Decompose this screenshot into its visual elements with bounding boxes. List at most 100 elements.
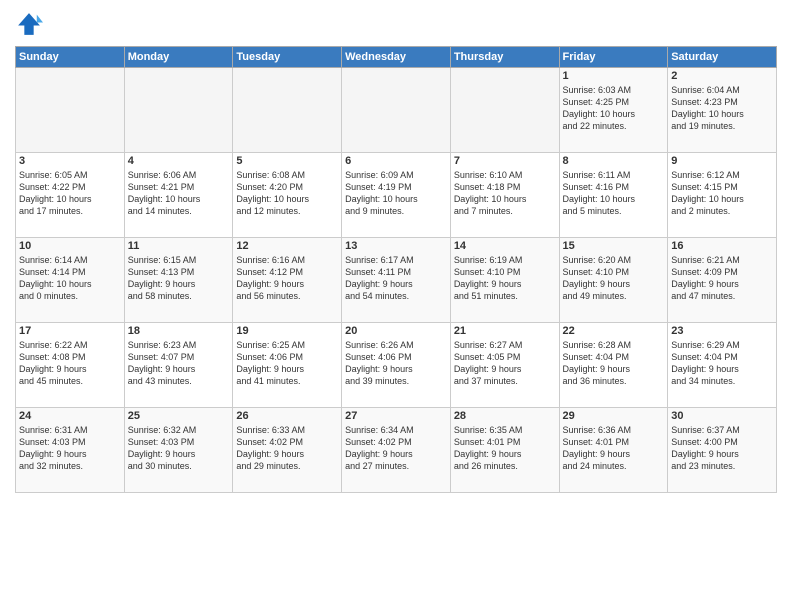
day-number: 1 (563, 70, 665, 82)
calendar-cell: 19 Sunrise: 6:25 AMSunset: 4:06 PMDayligh… (233, 323, 342, 408)
calendar-cell: 3 Sunrise: 6:05 AMSunset: 4:22 PMDaylight… (16, 153, 125, 238)
calendar-cell (124, 68, 233, 153)
day-number: 22 (563, 325, 665, 337)
day-info: Sunrise: 6:05 AMSunset: 4:22 PMDaylight:… (19, 169, 121, 218)
calendar-cell: 28Sunrise: 6:35 AMSunset: 4:01 PMDayligh… (450, 408, 559, 493)
day-number: 2 (671, 70, 773, 82)
day-info: Sunrise: 6:08 AMSunset: 4:20 PMDaylight:… (236, 169, 338, 218)
day-number: 18 (128, 325, 230, 337)
calendar-cell: 21Sunrise: 6:27 AMSunset: 4:05 PMDayligh… (450, 323, 559, 408)
day-info: Sunrise: 6:22 AMSunset: 4:08 PMDaylight:… (19, 339, 121, 388)
logo-icon (15, 10, 43, 38)
col-header-friday: Friday (559, 47, 668, 68)
day-number: 7 (454, 155, 556, 167)
logo (15, 10, 47, 38)
day-number: 29 (563, 410, 665, 422)
week-row-1: 3 Sunrise: 6:05 AMSunset: 4:22 PMDaylight… (16, 153, 777, 238)
day-number: 11 (128, 240, 230, 252)
day-info: Sunrise: 6:06 AMSunset: 4:21 PMDaylight:… (128, 169, 230, 218)
day-number: 3 (19, 155, 121, 167)
col-header-sunday: Sunday (16, 47, 125, 68)
calendar-cell: 30 Sunrise: 6:37 AMSunset: 4:00 PMDayligh… (668, 408, 777, 493)
col-header-tuesday: Tuesday (233, 47, 342, 68)
calendar-cell: 12 Sunrise: 6:16 AMSunset: 4:12 PMDayligh… (233, 238, 342, 323)
day-number: 6 (345, 155, 447, 167)
calendar-cell: 20 Sunrise: 6:26 AMSunset: 4:06 PMDayligh… (342, 323, 451, 408)
day-info: Sunrise: 6:17 AMSunset: 4:11 PMDaylight:… (345, 254, 447, 303)
calendar-cell: 23 Sunrise: 6:29 AMSunset: 4:04 PMDayligh… (668, 323, 777, 408)
calendar-cell: 15 Sunrise: 6:20 AMSunset: 4:10 PMDayligh… (559, 238, 668, 323)
day-number: 16 (671, 240, 773, 252)
calendar-cell: 24 Sunrise: 6:31 AMSunset: 4:03 PMDayligh… (16, 408, 125, 493)
day-number: 23 (671, 325, 773, 337)
calendar-cell: 14Sunrise: 6:19 AMSunset: 4:10 PMDayligh… (450, 238, 559, 323)
day-info: Sunrise: 6:20 AMSunset: 4:10 PMDaylight:… (563, 254, 665, 303)
calendar-cell: 27 Sunrise: 6:34 AMSunset: 4:02 PMDayligh… (342, 408, 451, 493)
day-number: 5 (236, 155, 338, 167)
day-info: Sunrise: 6:14 AMSunset: 4:14 PMDaylight:… (19, 254, 121, 303)
day-info: Sunrise: 6:31 AMSunset: 4:03 PMDaylight:… (19, 424, 121, 473)
col-header-saturday: Saturday (668, 47, 777, 68)
day-info: Sunrise: 6:26 AMSunset: 4:06 PMDaylight:… (345, 339, 447, 388)
day-info: Sunrise: 6:04 AMSunset: 4:23 PMDaylight:… (671, 84, 773, 133)
calendar-cell (233, 68, 342, 153)
col-header-monday: Monday (124, 47, 233, 68)
calendar-cell (450, 68, 559, 153)
day-info: Sunrise: 6:32 AMSunset: 4:03 PMDaylight:… (128, 424, 230, 473)
day-number: 17 (19, 325, 121, 337)
day-number: 20 (345, 325, 447, 337)
day-number: 10 (19, 240, 121, 252)
day-number: 15 (563, 240, 665, 252)
day-number: 27 (345, 410, 447, 422)
calendar-cell: 6 Sunrise: 6:09 AMSunset: 4:19 PMDaylight… (342, 153, 451, 238)
calendar-cell: 9 Sunrise: 6:12 AMSunset: 4:15 PMDaylight… (668, 153, 777, 238)
calendar-cell: 1 Sunrise: 6:03 AMSunset: 4:25 PMDaylight… (559, 68, 668, 153)
day-info: Sunrise: 6:15 AMSunset: 4:13 PMDaylight:… (128, 254, 230, 303)
day-info: Sunrise: 6:09 AMSunset: 4:19 PMDaylight:… (345, 169, 447, 218)
day-number: 19 (236, 325, 338, 337)
calendar-cell: 29Sunrise: 6:36 AMSunset: 4:01 PMDayligh… (559, 408, 668, 493)
calendar-cell: 7 Sunrise: 6:10 AMSunset: 4:18 PMDaylight… (450, 153, 559, 238)
day-info: Sunrise: 6:10 AMSunset: 4:18 PMDaylight:… (454, 169, 556, 218)
week-row-2: 10 Sunrise: 6:14 AMSunset: 4:14 PMDayligh… (16, 238, 777, 323)
calendar-cell: 16 Sunrise: 6:21 AMSunset: 4:09 PMDayligh… (668, 238, 777, 323)
calendar-cell (342, 68, 451, 153)
calendar-cell: 5 Sunrise: 6:08 AMSunset: 4:20 PMDaylight… (233, 153, 342, 238)
day-info: Sunrise: 6:03 AMSunset: 4:25 PMDaylight:… (563, 84, 665, 133)
day-info: Sunrise: 6:25 AMSunset: 4:06 PMDaylight:… (236, 339, 338, 388)
col-header-thursday: Thursday (450, 47, 559, 68)
day-info: Sunrise: 6:34 AMSunset: 4:02 PMDaylight:… (345, 424, 447, 473)
calendar-cell: 18Sunrise: 6:23 AMSunset: 4:07 PMDayligh… (124, 323, 233, 408)
day-number: 28 (454, 410, 556, 422)
day-info: Sunrise: 6:28 AMSunset: 4:04 PMDaylight:… (563, 339, 665, 388)
day-info: Sunrise: 6:33 AMSunset: 4:02 PMDaylight:… (236, 424, 338, 473)
calendar-header-row: SundayMondayTuesdayWednesdayThursdayFrid… (16, 47, 777, 68)
day-info: Sunrise: 6:11 AMSunset: 4:16 PMDaylight:… (563, 169, 665, 218)
calendar-cell: 11 Sunrise: 6:15 AMSunset: 4:13 PMDayligh… (124, 238, 233, 323)
calendar: SundayMondayTuesdayWednesdayThursdayFrid… (15, 46, 777, 493)
calendar-cell: 8Sunrise: 6:11 AMSunset: 4:16 PMDaylight… (559, 153, 668, 238)
calendar-cell: 10 Sunrise: 6:14 AMSunset: 4:14 PMDayligh… (16, 238, 125, 323)
day-number: 9 (671, 155, 773, 167)
calendar-cell: 25Sunrise: 6:32 AMSunset: 4:03 PMDayligh… (124, 408, 233, 493)
week-row-0: 1 Sunrise: 6:03 AMSunset: 4:25 PMDaylight… (16, 68, 777, 153)
calendar-cell: 22 Sunrise: 6:28 AMSunset: 4:04 PMDayligh… (559, 323, 668, 408)
day-info: Sunrise: 6:37 AMSunset: 4:00 PMDaylight:… (671, 424, 773, 473)
col-header-wednesday: Wednesday (342, 47, 451, 68)
day-info: Sunrise: 6:16 AMSunset: 4:12 PMDaylight:… (236, 254, 338, 303)
day-number: 4 (128, 155, 230, 167)
day-info: Sunrise: 6:19 AMSunset: 4:10 PMDaylight:… (454, 254, 556, 303)
day-number: 24 (19, 410, 121, 422)
calendar-cell: 17 Sunrise: 6:22 AMSunset: 4:08 PMDayligh… (16, 323, 125, 408)
calendar-cell: 2 Sunrise: 6:04 AMSunset: 4:23 PMDaylight… (668, 68, 777, 153)
day-info: Sunrise: 6:27 AMSunset: 4:05 PMDaylight:… (454, 339, 556, 388)
calendar-cell: 13Sunrise: 6:17 AMSunset: 4:11 PMDayligh… (342, 238, 451, 323)
day-info: Sunrise: 6:29 AMSunset: 4:04 PMDaylight:… (671, 339, 773, 388)
calendar-cell: 4 Sunrise: 6:06 AMSunset: 4:21 PMDaylight… (124, 153, 233, 238)
day-info: Sunrise: 6:12 AMSunset: 4:15 PMDaylight:… (671, 169, 773, 218)
week-row-3: 17 Sunrise: 6:22 AMSunset: 4:08 PMDayligh… (16, 323, 777, 408)
day-number: 30 (671, 410, 773, 422)
day-number: 12 (236, 240, 338, 252)
day-number: 26 (236, 410, 338, 422)
day-info: Sunrise: 6:21 AMSunset: 4:09 PMDaylight:… (671, 254, 773, 303)
